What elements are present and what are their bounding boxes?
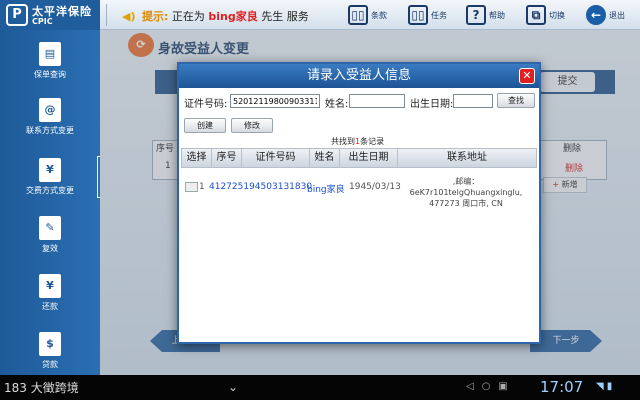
wifi-battery-icon: ◥▮	[596, 381, 616, 392]
sidebar-item-payment-change[interactable]: ¥ 交费方式变更	[0, 152, 100, 208]
book-icon: ▯▯	[408, 5, 428, 25]
sidebar-item-contact-change[interactable]: @ 联系方式变更	[0, 92, 100, 148]
birth-date-label: 出生日期:	[410, 99, 454, 110]
service-notice: ◀) 提示: 正在为 bing家良 先生 服务	[122, 8, 309, 24]
customer-name: bing家良	[208, 10, 258, 23]
address-line-2: 6eK7r101telgQhuangxinglu,	[409, 188, 523, 197]
address-line-3: 477273 周口市, CN	[429, 199, 503, 208]
sidebar-item-label: 保单查询	[34, 70, 66, 79]
payment-change-icon: ¥	[39, 158, 61, 182]
top-divider	[106, 4, 107, 26]
notice-label: 提示:	[142, 10, 169, 23]
found-pre: 共找到	[331, 137, 355, 146]
sidebar-item-policy-query[interactable]: ▤ 保单查询	[0, 36, 100, 92]
sidebar-item-reinstate[interactable]: ✎ 复效	[0, 210, 100, 266]
result-table-header: 选择 序号 证件号码 姓名 出生日期 联系地址	[181, 148, 537, 168]
sidebar-item-label: 交费方式变更	[26, 186, 74, 195]
terms-label: 条款	[371, 10, 387, 20]
row-id-number: 412725194503131830	[209, 182, 313, 192]
notice-text-pre: 正在为	[171, 10, 205, 23]
column-header-select: 选择	[182, 149, 212, 167]
exit-icon: ←	[586, 5, 606, 25]
row-address: ,邮编： 6eK7r101telgQhuangxinglu, 477273 周口…	[396, 176, 536, 209]
sidebar-item-label: 复效	[42, 244, 58, 253]
tasks-label: 任务	[431, 10, 447, 20]
book-icon: ▯▯	[348, 5, 368, 25]
sidebar-item-label: 贷款	[42, 360, 58, 369]
loan-icon: $	[39, 332, 61, 356]
close-icon[interactable]: ✕	[519, 68, 535, 84]
help-label: 帮助	[489, 10, 505, 20]
brand-logo: P 太平洋保险 CPIC	[0, 0, 100, 30]
edit-button[interactable]: 修改	[231, 118, 273, 133]
column-header-no: 序号	[212, 149, 242, 167]
reinstate-icon: ✎	[39, 216, 61, 240]
sidebar: ▤ 保单查询 @ 联系方式变更 ¥ 交费方式变更 ✎ 复效 ¥ 还款 $ 贷款	[0, 30, 100, 375]
row-birth-date: 1945/03/13	[349, 182, 401, 192]
column-header-dob: 出生日期	[340, 149, 398, 167]
sidebar-item-repay[interactable]: ¥ 还款	[0, 268, 100, 324]
switch-button[interactable]: ⧉ 切换	[526, 3, 565, 27]
result-count: 共找到1条记录	[331, 136, 384, 147]
row-no: 1	[199, 182, 205, 192]
address-line-1: ,邮编：	[452, 177, 480, 186]
id-number-input[interactable]	[230, 94, 320, 108]
brand-name-en: CPIC	[32, 17, 53, 26]
switch-label: 切换	[549, 10, 565, 20]
found-post: 条记录	[360, 137, 385, 146]
help-icon: ?	[466, 5, 486, 25]
cpic-logo-icon: P	[6, 4, 28, 26]
birth-date-input[interactable]	[453, 94, 493, 108]
search-button[interactable]: 查找	[497, 93, 535, 108]
document-search-icon: ▤	[39, 42, 61, 66]
repay-icon: ¥	[39, 274, 61, 298]
column-header-id: 证件号码	[242, 149, 310, 167]
name-input[interactable]	[349, 94, 405, 108]
row-select-checkbox[interactable]	[185, 182, 198, 192]
top-bar: P 太平洋保险 CPIC ◀) 提示: 正在为 bing家良 先生 服务 ▯▯ …	[0, 0, 640, 30]
tasks-button[interactable]: ▯▯ 任务	[408, 3, 447, 27]
sidebar-item-loan[interactable]: $ 贷款	[0, 326, 100, 382]
id-number-label: 证件号码:	[184, 99, 228, 110]
clock: 17:07	[540, 378, 584, 396]
notice-text-post: 先生 服务	[261, 10, 309, 23]
chevron-down-icon[interactable]: ⌄	[228, 380, 238, 394]
row-name: bing家良	[307, 185, 345, 195]
beneficiary-input-dialog: 请录入受益人信息 ✕ 证件号码: 姓名: 出生日期: 查找 创建 修改 共找到1…	[177, 62, 541, 344]
terms-button[interactable]: ▯▯ 条款	[348, 3, 387, 27]
watermark-logo: 183 大徵跨境	[4, 381, 79, 395]
create-button[interactable]: 创建	[184, 118, 226, 133]
table-row[interactable]: 1 412725194503131830 bing家良 1945/03/13 ,…	[181, 176, 537, 208]
column-header-name: 姓名	[310, 149, 340, 167]
dialog-title: 请录入受益人信息	[179, 64, 539, 88]
contact-change-icon: @	[39, 98, 61, 122]
help-button[interactable]: ? 帮助	[466, 3, 505, 27]
exit-label: 退出	[609, 10, 625, 20]
speaker-icon: ◀)	[122, 10, 136, 23]
sidebar-item-label: 联系方式变更	[26, 126, 74, 135]
android-system-bar: 183 大徵跨境 ⌄ ◁○▣ 17:07 ◥▮	[0, 375, 640, 400]
system-nav-icons[interactable]: ◁○▣	[466, 381, 516, 392]
column-header-address: 联系地址	[447, 152, 487, 163]
switch-icon: ⧉	[526, 5, 546, 25]
exit-button[interactable]: ← 退出	[586, 3, 625, 27]
name-label: 姓名:	[325, 99, 349, 110]
sidebar-item-label: 还款	[42, 302, 58, 311]
